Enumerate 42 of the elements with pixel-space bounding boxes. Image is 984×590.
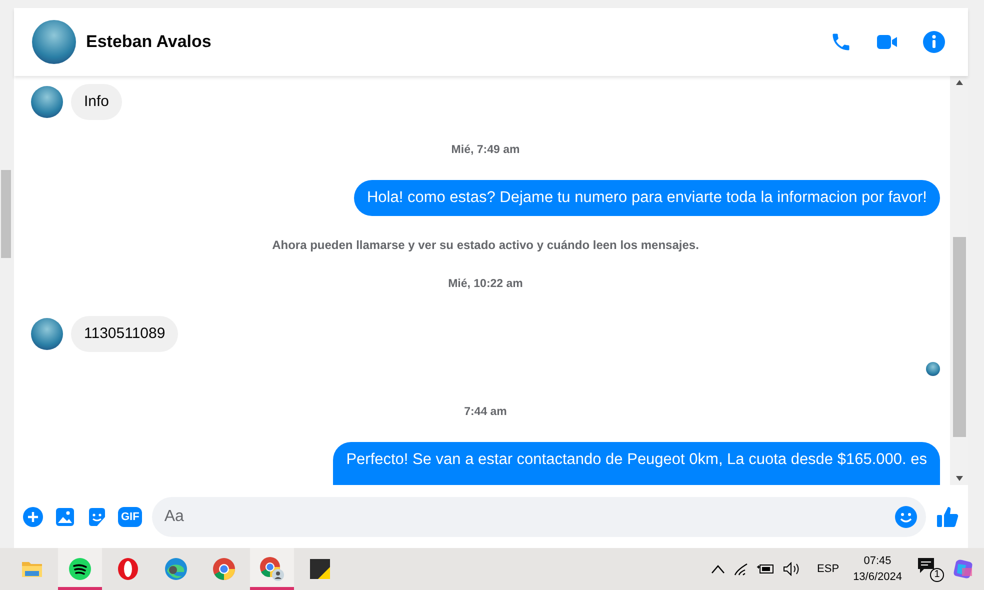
message-bubble: Perfecto! Se van a estar contactando de Peugeot 0km, La cuota desde $165.000. es [333,442,940,485]
chrome-profile-icon [259,556,285,582]
add-icon[interactable] [22,506,44,528]
sender-avatar [31,318,63,350]
scroll-down-icon[interactable] [956,476,962,481]
language-indicator[interactable]: ESP [817,560,840,578]
info-icon[interactable] [922,30,946,54]
timestamp: 7:44 am [463,404,508,420]
notice-text: Ahora pueden llamarse y ver su estado activo y cuándo leen los mensajes. [271,237,700,254]
taskbar-app-button[interactable] [58,548,102,590]
sticky-note-icon [309,558,331,580]
contact-avatar[interactable] [32,20,76,64]
chevron-up-icon[interactable] [711,564,726,574]
gif-button[interactable]: GIF [118,506,142,526]
scrollbar-thumb[interactable] [952,237,966,437]
message-bubble: Info [71,84,122,120]
message-icon [916,556,936,576]
emoji-icon[interactable] [894,504,918,528]
scroll-up-icon[interactable] [956,80,962,85]
video-camera-icon[interactable] [876,33,898,51]
spotify-icon [68,556,92,580]
sender-avatar [31,86,63,118]
message-input-field[interactable]: Aa [152,496,926,536]
message-bubble: 1130511089 [71,316,178,352]
thumbs-up-icon[interactable] [936,504,960,528]
clock-button[interactable]: 07:45 13/6/2024 [847,553,908,585]
message-bubble: Hola! como estas? Dejame tu numero para enviarte toda la informacion por favor! [354,180,940,216]
notifications-button[interactable]: 1 [916,556,944,582]
notification-count-badge: 1 [930,568,944,582]
battery-icon[interactable] [757,563,776,575]
timestamp: Mié, 10:22 am [447,277,524,292]
speaker-icon[interactable] [783,562,802,576]
image-icon[interactable] [54,506,76,528]
contact-name: Esteban Avalos [86,31,212,54]
phone-icon[interactable] [830,31,852,53]
scrollbar-thumb[interactable] [1,170,11,258]
chrome-icon [212,556,236,580]
sticker-icon[interactable] [86,506,108,528]
opera-icon [117,556,139,580]
wifi-icon[interactable] [733,562,750,576]
timestamp: Mié, 7:49 am [450,143,521,158]
seen-avatar [926,362,940,376]
